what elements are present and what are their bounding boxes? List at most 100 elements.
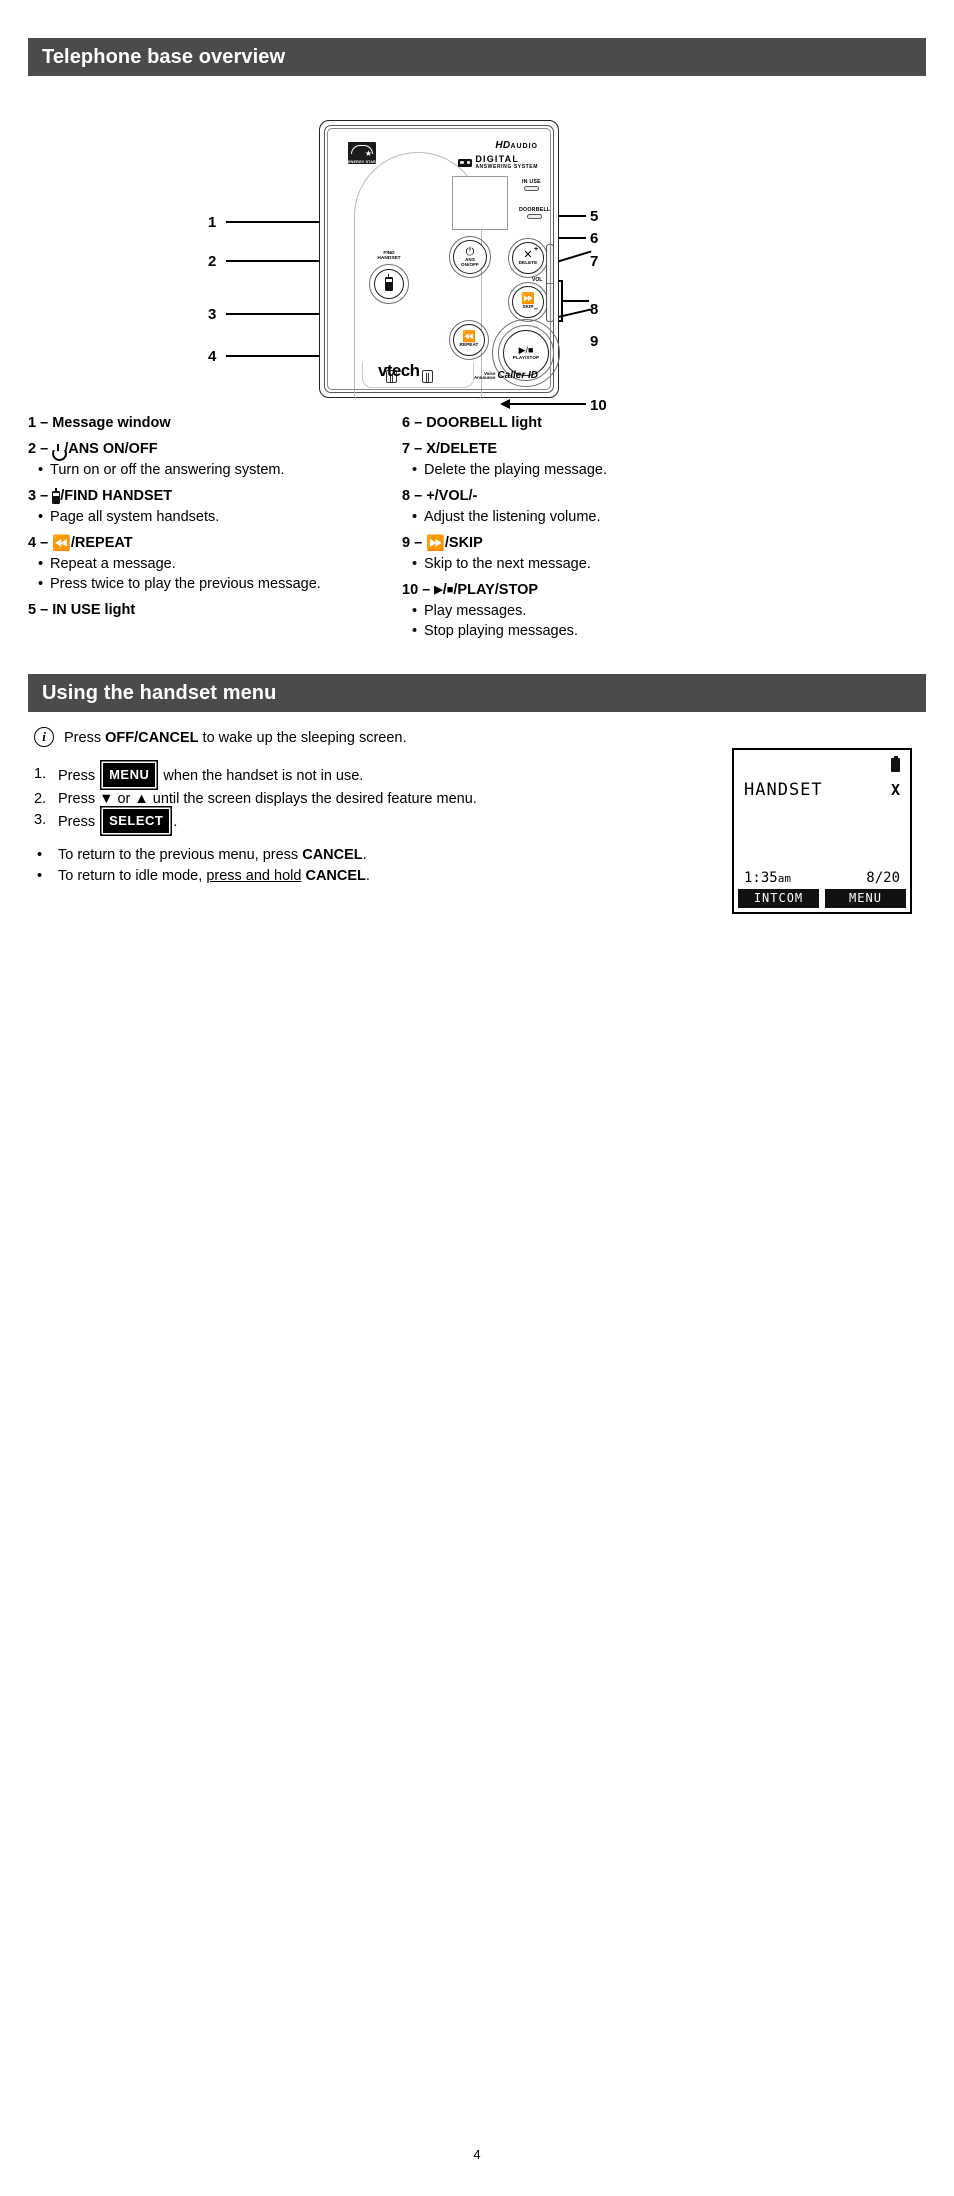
handset-steps-list: 1. Press MENU when the handset is not in … <box>34 763 538 834</box>
select-key[interactable]: SELECT <box>103 809 170 833</box>
legend-label-3: /FIND HANDSET <box>60 488 173 504</box>
legend-bullets-8: Adjust the listening volume. <box>402 508 732 527</box>
softkey-intercom[interactable]: INTCOM <box>738 889 819 908</box>
lcd-time-suffix: am <box>777 872 791 885</box>
legend-label-2: /ANS ON/OFF <box>64 441 158 457</box>
legend-label-6: DOORBELL light <box>426 415 542 431</box>
leader-line-10 <box>500 399 586 409</box>
callout-number-5: 5 <box>590 208 599 225</box>
battery-full-icon <box>891 755 900 772</box>
legend-item-10: 10 – ▶ / ■ /PLAY/STOP Play messages. Sto… <box>402 581 732 641</box>
callout-number-4: 4 <box>208 348 217 365</box>
digital-text: DIGITAL <box>475 154 520 164</box>
cassette-tape-icon <box>458 158 473 167</box>
legend-bullet: Page all system handsets. <box>28 508 358 527</box>
softkey-menu[interactable]: MENU <box>825 889 906 908</box>
legend-number-3: 3 – <box>28 488 53 504</box>
legend-item-8: 8 – +/VOL/- Adjust the listening volume. <box>402 487 732 527</box>
callout-number-3: 3 <box>208 306 217 323</box>
legend-label-10: /PLAY/STOP <box>453 582 539 598</box>
repeat-button[interactable]: ⏪ REPEAT <box>453 324 485 356</box>
delete-button[interactable]: ✕ DELETE <box>512 242 544 274</box>
legend-title-2: 2 – /ANS ON/OFF <box>28 440 358 459</box>
legend-label-8: +/VOL/- <box>426 488 478 504</box>
cradle-clip-right <box>422 370 433 383</box>
legend-label-1: Message window <box>52 415 171 431</box>
play-stop-button[interactable]: ▶/■ PLAY/STOP <box>503 330 549 376</box>
find-handset-button[interactable] <box>374 269 404 299</box>
legend-bullet: Delete the playing message. <box>402 461 732 480</box>
find-handset-caption: FIND HANDSET <box>377 251 401 262</box>
info-icon: i <box>34 727 54 747</box>
lcd-softkey-row: INTCOM MENU <box>734 889 910 912</box>
tip-text-pre: To return to the previous menu, press <box>58 847 303 863</box>
message-window-display <box>452 176 508 230</box>
repeat-caption: REPEAT <box>459 342 479 348</box>
legend-label-4: /REPEAT <box>70 535 133 551</box>
vtech-brand-logo: vtech <box>378 361 420 380</box>
legend-item-9: 9 – ⏩ /SKIP Skip to the next message. <box>402 534 732 574</box>
caller-id-label: Caller ID <box>497 370 538 381</box>
volume-rocker[interactable]: + VOL – <box>532 244 556 322</box>
lcd-bottom-row: 1:35am 8/20 <box>744 870 900 886</box>
legend-item-1: 1 – Message window <box>28 414 358 433</box>
callout-number-1: 1 <box>208 214 217 231</box>
legend-column-left: 1 – Message window 2 – /ANS ON/OFF Turn … <box>28 414 358 648</box>
stop-icon: ■ <box>446 584 454 596</box>
list-item: • To return to the previous menu, press C… <box>34 845 538 865</box>
volume-label: VOL <box>532 277 543 283</box>
handset-icon <box>385 274 393 291</box>
legend-title-4: 4 – ⏪ /REPEAT <box>28 534 358 553</box>
legend-bullet: Press twice to play the previous message… <box>28 575 358 594</box>
play-stop-mid-ring <box>498 325 554 381</box>
ans-onoff-button[interactable]: ⏻ ANS ON/OFF <box>453 240 487 274</box>
manual-page: Telephone base overview 1 2 3 4 5 6 7 8 … <box>0 38 954 2196</box>
legend-bullets-3: Page all system handsets. <box>28 508 358 527</box>
list-item: 1. Press MENU when the handset is not in … <box>34 763 538 788</box>
cancel-key-label: CANCEL <box>305 868 366 884</box>
legend-column-right: 6 – DOORBELL light 7 – X/DELETE Delete t… <box>402 414 732 648</box>
legend-item-7: 7 – X/DELETE Delete the playing message. <box>402 440 732 480</box>
callout-number-7: 7 <box>590 253 599 270</box>
section-header-using-the-handset-menu: Using the handset menu <box>28 674 926 712</box>
legend-bullet: Turn on or off the answering system. <box>28 461 358 480</box>
leader-line-8-stem <box>563 300 589 303</box>
legend-title-7: 7 – X/DELETE <box>402 440 732 459</box>
answering-system-text: ANSWERING SYSTEM <box>475 164 538 170</box>
energy-star-swoosh-icon <box>351 145 373 154</box>
section-header-telephone-base-overview: Telephone base overview <box>28 38 926 76</box>
digital-answering-system-logo: DIGITAL ANSWERING SYSTEM <box>458 155 538 170</box>
legend-item-5: 5 – IN USE light <box>28 601 358 620</box>
legend-title-10: 10 – ▶ / ■ /PLAY/STOP <box>402 582 539 598</box>
menu-key[interactable]: MENU <box>103 763 156 787</box>
legend-list: 1 – Message window 2 – /ANS ON/OFF Turn … <box>28 414 926 648</box>
step-text-pre: Press ▼ or ▲ until the screen displays t… <box>58 791 477 807</box>
legend-item-6: 6 – DOORBELL light <box>402 414 732 433</box>
section-title-text: Using the handset menu <box>42 681 277 704</box>
callout-number-8: 8 <box>590 301 599 318</box>
bullet-marker: • <box>37 847 43 863</box>
skip-button[interactable]: ⏩ SKIP <box>512 286 544 318</box>
legend-bullet: Skip to the next message. <box>402 555 732 574</box>
handset-cradle-outline <box>354 152 482 400</box>
legend-title-3: 3 – /FIND HANDSET <box>28 487 358 506</box>
delete-button-ring <box>508 238 548 278</box>
step-number: 1. <box>34 766 47 782</box>
legend-label-9: /SKIP <box>444 535 483 551</box>
callout-number-9: 9 <box>590 333 599 350</box>
legend-bullets-10: Play messages. Stop playing messages. <box>402 602 732 641</box>
callout-number-6: 6 <box>590 230 599 247</box>
volume-rocker-bar[interactable] <box>546 244 554 322</box>
doorbell-label: DOORBELL <box>519 207 551 213</box>
step-text-pre: Press <box>58 768 100 784</box>
hd-text: HD <box>495 140 511 151</box>
legend-title-9: 9 – ⏩ /SKIP <box>402 534 732 553</box>
tip-text-pre: To return to idle mode, <box>58 868 207 884</box>
audio-text: AUDIO <box>510 143 538 150</box>
legend-bullet: Stop playing messages. <box>402 622 732 641</box>
list-item: • To return to idle mode, press and hold … <box>34 866 538 886</box>
ans-onoff-button-ring <box>449 236 491 278</box>
lcd-date: 8/20 <box>866 870 900 886</box>
skip-button-ring <box>508 282 548 322</box>
tip-text-post: . <box>365 868 370 884</box>
